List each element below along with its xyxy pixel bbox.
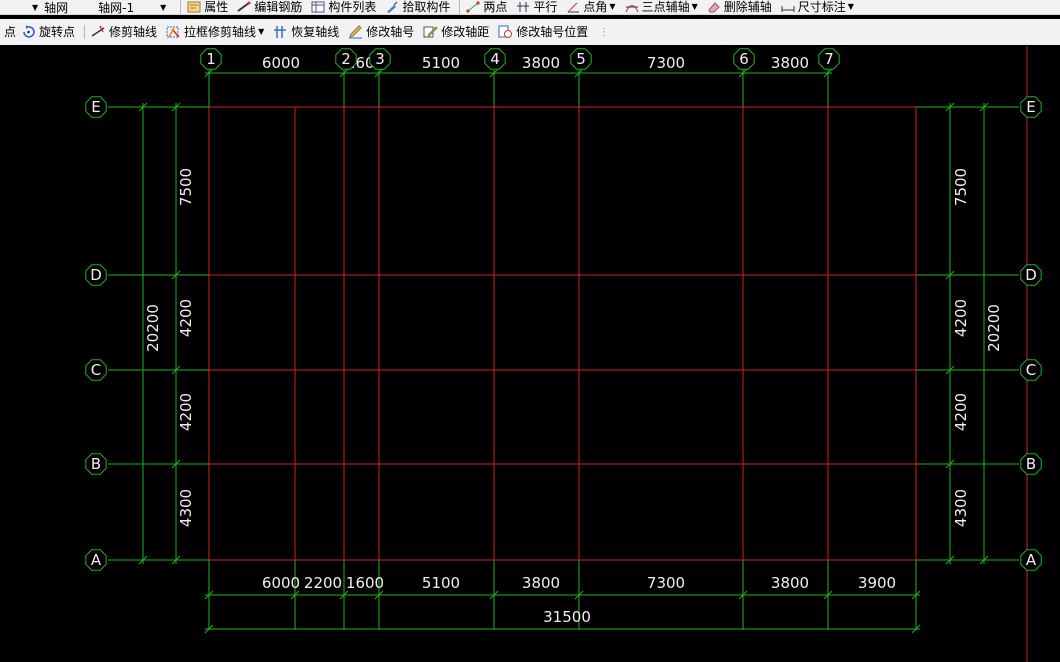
axis-label-left: C [91, 361, 101, 379]
box-trim-axis-button[interactable]: 拉框修剪轴线 ▼ [166, 25, 264, 39]
point-angle-button[interactable]: 点角 ▼ [566, 0, 616, 14]
dimension-text-bottom: 5100 [422, 574, 460, 592]
dimension-text-top: 6000 [262, 54, 300, 72]
dimension-text-bottom: 3800 [522, 574, 560, 592]
delete-aux-axis-button[interactable]: 删除辅轴 [707, 0, 772, 14]
dimension-text-right: 4200 [952, 299, 970, 337]
dimension-text-bottom: 3800 [771, 574, 809, 592]
toolbar-edit: 点 旋转点 修剪轴线 拉框修剪轴线 ▼ 恢复轴线 修改轴号 修改轴距 修改轴号位置… [0, 19, 1060, 45]
axis-label-left: B [91, 455, 101, 473]
toolbar-top: ▼ 轴网 轴网-1 ▼ 属性 编辑钢筋 构件列表 拾取构件 两点 平行 点角 ▼ 三点… [0, 0, 1060, 15]
properties-button[interactable]: 属性 [187, 0, 228, 14]
component-list-button[interactable]: 构件列表 [311, 0, 376, 14]
modify-axis-number-button[interactable]: 修改轴号 [348, 25, 414, 39]
dimension-text-bottom: 6000 [262, 574, 300, 592]
separator [84, 25, 86, 39]
parallel-button[interactable]: 平行 [516, 0, 557, 14]
axis-label-right: B [1026, 455, 1036, 473]
axis-label-vertical: 2 [341, 50, 351, 68]
two-point-icon [466, 1, 480, 13]
component-list-icon [311, 1, 325, 13]
dimension-text-top: 3800 [522, 54, 560, 72]
pick-component-button[interactable]: 拾取构件 [385, 0, 450, 14]
dimension-text-right: 7500 [952, 168, 970, 206]
trim-axis-button[interactable]: 修剪轴线 [91, 25, 157, 39]
dimension-text-bottom: 2200 [304, 574, 342, 592]
three-point-aux-axis-icon [625, 5, 639, 13]
axis-label-vertical: 6 [739, 50, 749, 68]
dimension-text-total: 31500 [543, 608, 591, 626]
axis-label-right: D [1025, 266, 1037, 284]
point-angle-icon [568, 2, 580, 13]
axis-name-combo[interactable]: 轴网-1 ▼ [98, 0, 172, 15]
drawing-canvas[interactable]: 6000 1600 5100 3800 7300 38006000 2200 1600 5100… [0, 46, 1060, 662]
dimension-text-left: 7500 [177, 168, 195, 206]
dimension-icon [781, 6, 795, 12]
axis-label-left: A [91, 551, 102, 569]
rotate-point-button[interactable]: 旋转点 [21, 25, 75, 39]
dimension-text-left: 4200 [177, 299, 195, 337]
axis-label-vertical: 1 [206, 50, 216, 68]
axis-label-right: C [1026, 361, 1036, 379]
dimension-text-top: 7300 [647, 54, 685, 72]
trim-axis-icon [91, 25, 105, 37]
partial-tool-label[interactable]: 点 [4, 25, 16, 39]
modify-axis-number-position-button[interactable]: 修改轴号位置 [498, 25, 588, 39]
three-point-aux-axis-button[interactable]: 三点辅轴 ▼ [625, 0, 698, 14]
dimension-text-bottom: 1600 [346, 574, 384, 592]
dimension-button[interactable]: 尺寸标注 ▼ [781, 0, 854, 14]
axis-label-vertical: 3 [375, 50, 385, 68]
axis-label-vertical: 7 [824, 50, 834, 68]
dimension-text-left: 4200 [177, 393, 195, 431]
axis-label-left: E [91, 98, 100, 116]
axis-label-vertical: 4 [490, 50, 500, 68]
eraser-icon [708, 2, 720, 13]
dimension-text-bottom: 3900 [858, 574, 896, 592]
separator [459, 0, 461, 14]
dimension-text-top: 3800 [771, 54, 809, 72]
axis-type-combo[interactable]: ▼ 轴网 [32, 0, 68, 15]
axis-label-vertical: 5 [576, 50, 586, 68]
dimension-text-left: 4300 [177, 489, 195, 527]
edit-rebar-icon [237, 1, 251, 12]
axis-label-right: E [1026, 98, 1035, 116]
rotate-icon [23, 25, 35, 38]
dimension-text-right: 4300 [952, 489, 970, 527]
dimension-text-right-total: 20200 [985, 304, 1003, 352]
restore-axis-icon [274, 26, 287, 38]
properties-icon [187, 1, 201, 13]
dimension-text-left-total: 20200 [144, 304, 162, 352]
axis-label-left: D [90, 266, 102, 284]
axis-label-right: A [1026, 551, 1037, 569]
modify-spacing-icon [423, 26, 438, 38]
edit-rebar-button[interactable]: 编辑钢筋 [237, 0, 302, 14]
dimension-text-bottom: 7300 [647, 574, 685, 592]
two-point-button[interactable]: 两点 [466, 0, 507, 14]
dimension-text-top: 5100 [422, 54, 460, 72]
pencil-icon [349, 25, 363, 39]
dimension-text-right: 4200 [952, 393, 970, 431]
restore-axis-button[interactable]: 恢复轴线 [273, 25, 339, 39]
axis-number-position-icon [498, 25, 513, 38]
separator [180, 0, 182, 14]
toolbar-grip[interactable]: ⋮ [599, 27, 609, 38]
pick-component-icon [387, 1, 398, 13]
modify-axis-spacing-button[interactable]: 修改轴距 [423, 25, 489, 39]
box-trim-axis-icon [166, 26, 180, 38]
parallel-icon [517, 2, 530, 12]
